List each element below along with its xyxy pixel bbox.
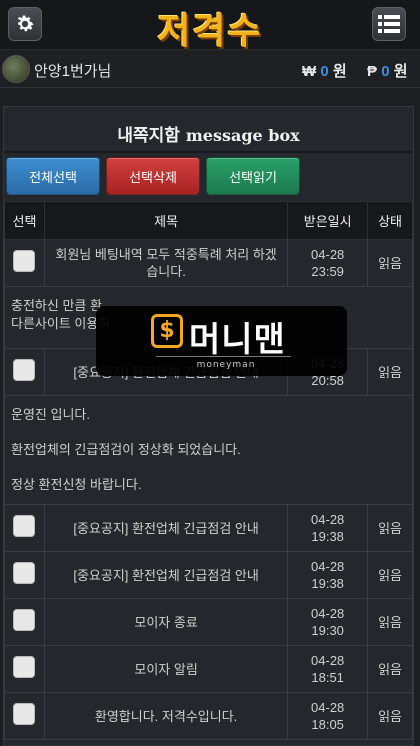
menu-button[interactable] xyxy=(372,7,406,41)
row-time: 19:30 xyxy=(311,623,344,638)
table-row[interactable]: 환영합니다. 저격수입니다. 04-28 18:05 읽음 xyxy=(4,692,413,740)
title-ko: 내쪽지함 xyxy=(117,126,180,146)
message-line: 환전업체의 긴급점검이 정상화 되었습니다. xyxy=(11,442,241,457)
row-subject[interactable]: 환영합니다. 저격수입니다. xyxy=(43,692,289,740)
col-received: 받은일시 xyxy=(287,201,369,240)
col-select: 선택 xyxy=(4,201,45,240)
col-status: 상태 xyxy=(367,201,413,240)
row-status: 읽음 xyxy=(367,645,413,693)
row-status: 읽음 xyxy=(367,239,413,287)
user-bar: 안양1번가님 ₩ 0 원 ₱ 0 원 xyxy=(0,50,420,88)
won-unit: 원 xyxy=(332,63,347,80)
won-symbol: ₩ xyxy=(302,63,317,80)
read-selected-button[interactable]: 선택읽기 xyxy=(206,157,300,195)
row-time: 19:38 xyxy=(311,529,344,544)
row-datetime: 04-28 18:51 xyxy=(287,645,369,693)
point-unit: 원 xyxy=(393,63,408,80)
delete-selected-button[interactable]: 선택삭제 xyxy=(106,157,200,195)
row-subject[interactable]: 모이자 알림 xyxy=(43,645,289,693)
site-logo[interactable]: 저격수 xyxy=(0,2,420,54)
row-date: 04-28 xyxy=(311,559,345,574)
row-datetime: 04-28 18:05 xyxy=(287,692,369,740)
row-date: 04-28 xyxy=(311,700,345,715)
row-date: 04-28 xyxy=(311,512,345,527)
message-content: 운영진 입니다. 환전업체의 긴급점검이 정상화 되었습니다. 정상 환전신청 … xyxy=(4,395,413,505)
table-header: 선택 제목 받은일시 상태 xyxy=(4,201,413,240)
row-time: 18:05 xyxy=(311,717,344,732)
message-content-row: 운영진 입니다. 환전업체의 긴급점검이 정상화 되었습니다. 정상 환전신청 … xyxy=(4,395,413,505)
row-status: 읽음 xyxy=(367,348,413,396)
table-row[interactable]: 회원님 베팅내역 모두 적중특례 처리 하겠습니다. 04-28 23:59 읽음 xyxy=(4,239,413,287)
row-time: 23:59 xyxy=(311,264,344,279)
row-date: 04-28 xyxy=(311,247,345,262)
row-checkbox[interactable] xyxy=(13,703,36,725)
watermark-subtext: moneyman xyxy=(196,360,256,370)
row-datetime: 04-28 19:38 xyxy=(287,504,369,552)
message-table: 선택 제목 받은일시 상태 회원님 베팅내역 모두 적중특례 처리 하겠습니다.… xyxy=(4,201,413,740)
select-all-button[interactable]: 전체선택 xyxy=(6,157,100,195)
point-balance: ₱ 0 원 xyxy=(367,60,408,81)
row-datetime: 04-28 23:59 xyxy=(287,239,369,287)
table-row[interactable]: [중요공지] 환전업체 긴급점검 안내 04-28 19:38 읽음 xyxy=(4,504,413,552)
message-line: 정상 환전신청 바랍니다. xyxy=(11,477,142,492)
user-name: 안양1번가님 xyxy=(34,63,112,80)
row-date: 04-28 xyxy=(311,606,345,621)
watermark-overlay: $ 머니맨 moneyman xyxy=(96,306,347,376)
row-checkbox[interactable] xyxy=(13,609,36,631)
row-subject[interactable]: 모이자 종료 xyxy=(43,598,289,646)
page-title: 내쪽지함 message box xyxy=(4,107,413,153)
row-time: 18:51 xyxy=(311,670,344,685)
row-checkbox[interactable] xyxy=(13,250,36,272)
cash-balance: ₩ 0 원 xyxy=(302,60,347,81)
row-checkbox[interactable] xyxy=(13,515,36,537)
row-date: 04-28 xyxy=(311,653,345,668)
point-value: 0 xyxy=(381,63,390,80)
table-row[interactable]: 모이자 알림 04-28 18:51 읽음 xyxy=(4,645,413,693)
point-symbol: ₱ xyxy=(367,63,378,80)
list-menu-icon xyxy=(378,15,400,33)
dollar-icon: $ xyxy=(151,314,183,348)
table-row[interactable]: 모이자 종료 04-28 19:30 읽음 xyxy=(4,598,413,646)
watermark-text: 머니맨 xyxy=(189,321,286,359)
row-datetime: 04-28 19:30 xyxy=(287,598,369,646)
watermark-divider xyxy=(156,356,291,357)
row-subject[interactable]: [중요공지] 환전업체 긴급점검 안내 xyxy=(43,504,289,552)
row-subject[interactable]: 회원님 베팅내역 모두 적중특례 처리 하겠습니다. xyxy=(43,239,289,287)
row-checkbox[interactable] xyxy=(13,562,36,584)
row-status: 읽음 xyxy=(367,551,413,599)
top-bar: 저격수 xyxy=(0,0,420,52)
col-subject: 제목 xyxy=(43,201,289,240)
table-row[interactable]: [중요공지] 환전업체 긴급점검 안내 04-28 19:38 읽음 xyxy=(4,551,413,599)
row-datetime: 04-28 19:38 xyxy=(287,551,369,599)
avatar xyxy=(2,55,30,83)
title-en: message box xyxy=(185,126,300,145)
message-line: 운영진 입니다. xyxy=(11,407,90,422)
message-box-panel: 내쪽지함 message box 전체선택 선택삭제 선택읽기 선택 제목 받은… xyxy=(3,106,414,746)
row-status: 읽음 xyxy=(367,504,413,552)
row-checkbox[interactable] xyxy=(13,656,36,678)
row-time: 19:38 xyxy=(311,576,344,591)
row-checkbox[interactable] xyxy=(13,359,36,381)
row-status: 읽음 xyxy=(367,692,413,740)
row-subject[interactable]: [중요공지] 환전업체 긴급점검 안내 xyxy=(43,551,289,599)
won-value: 0 xyxy=(320,63,329,80)
row-status: 읽음 xyxy=(367,598,413,646)
